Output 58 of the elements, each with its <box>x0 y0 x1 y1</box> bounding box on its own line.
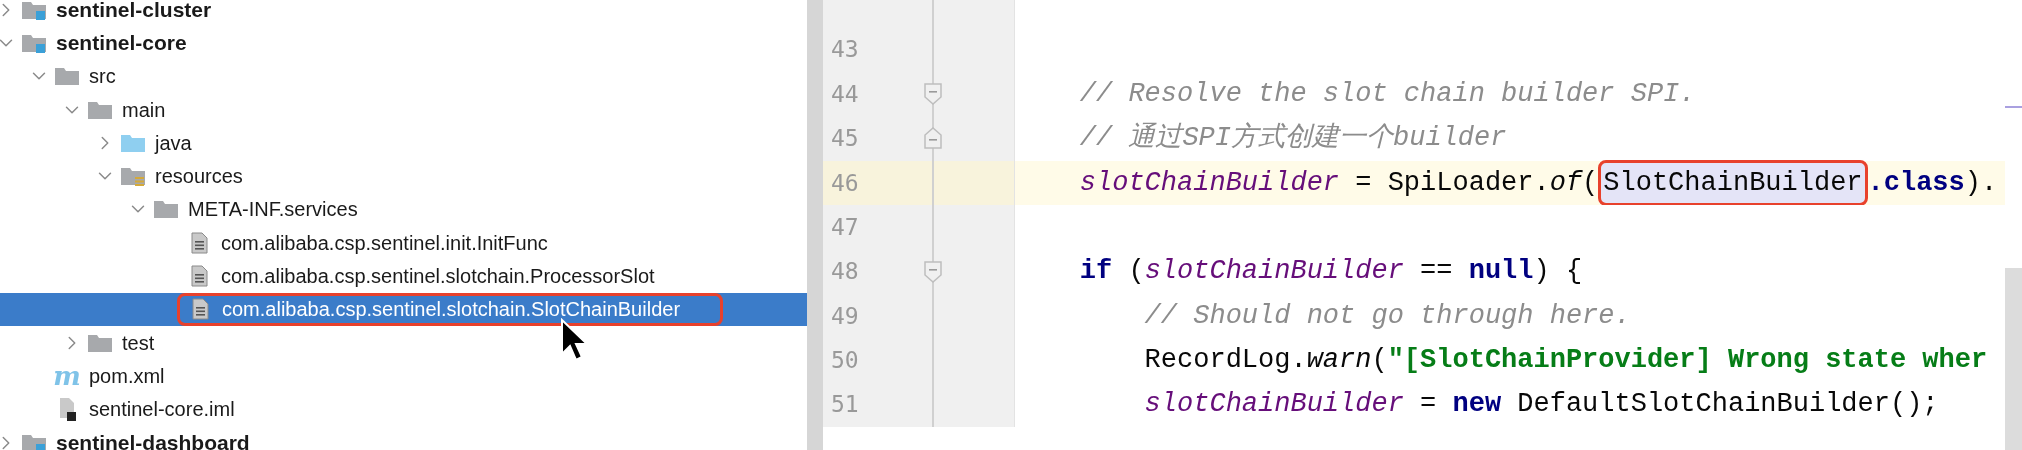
line-number: 51 <box>830 390 860 420</box>
folder-icon <box>153 198 179 221</box>
text-file-icon <box>189 230 209 255</box>
tree-item[interactable]: sentinel-dashboard <box>0 425 807 450</box>
line-number: 47 <box>830 212 860 242</box>
tree-item-label: sentinel-core.iml <box>89 397 235 423</box>
tree-item[interactable]: src <box>0 59 807 93</box>
line-number: 44 <box>830 79 860 109</box>
tree-item-label: META-INF.services <box>188 197 358 223</box>
line-number: 48 <box>830 257 860 287</box>
text-file-icon <box>190 297 210 322</box>
tree-item-label: com.alibaba.csp.sentinel.init.InitFunc <box>221 230 548 256</box>
line-number: 50 <box>830 346 860 376</box>
code-line: RecordLog.warn("[SlotChainProvider] Wrong state wher <box>1143 344 1988 378</box>
tree-item[interactable]: sentinel-cluster <box>0 0 807 27</box>
code-line: if (slotChainBuilder == null) { <box>1078 255 1583 289</box>
tree-item[interactable]: m pom.xml <box>0 359 807 393</box>
tree-item-label: com.alibaba.csp.sentinel.slotchain.ProcessorSlot <box>221 264 655 289</box>
line-number: 45 <box>830 124 860 154</box>
text-file-icon <box>189 264 209 288</box>
error-stripe-mark <box>2005 106 2022 108</box>
tree-item-label: sentinel-dashboard <box>56 429 250 450</box>
code-line: // Resolve the slot chain builder SPI. <box>1078 77 1696 111</box>
tree-item[interactable]: com.alibaba.csp.sentinel.slotchain.SlotChainBuilder <box>0 292 807 326</box>
tree-item[interactable]: test <box>0 325 807 360</box>
code-line: slotChainBuilder = new DefaultSlotChainBuilder(); <box>1143 388 1939 422</box>
tree-item[interactable]: com.alibaba.csp.sentinel.init.InitFunc <box>0 226 807 260</box>
line-number: 46 <box>830 168 860 198</box>
tree-item[interactable]: sentinel-core.iml <box>0 392 807 426</box>
tree-item[interactable]: sentinel-core <box>0 26 807 60</box>
scrollbar-thumb[interactable] <box>2005 268 2022 450</box>
tree-item-label: test <box>122 330 155 356</box>
module-folder-icon <box>21 0 47 21</box>
resources-folder-icon <box>120 165 146 188</box>
line-number: 43 <box>830 35 860 65</box>
tree-item-label: sentinel-core <box>56 30 187 57</box>
tree-item[interactable]: resources <box>0 159 807 193</box>
code-line: // Should not go through here. <box>1143 299 1631 333</box>
code-line: // 通过SPI方式创建一个builder <box>1078 121 1507 156</box>
tree-item[interactable]: java <box>0 126 807 160</box>
tree-item-label: com.alibaba.csp.sentinel.slotchain.SlotChainBuilder <box>222 297 681 323</box>
tree-item[interactable]: com.alibaba.csp.sentinel.slotchain.ProcessorSlot <box>0 259 807 293</box>
tree-item-label: java <box>155 130 192 156</box>
folder-icon <box>54 65 80 88</box>
maven-icon: m <box>53 362 81 389</box>
tree-item[interactable]: main <box>0 92 807 127</box>
tree-item-label: main <box>122 97 166 123</box>
fold-marker-icon[interactable] <box>923 259 943 284</box>
tree-item-label: sentinel-cluster <box>56 0 212 23</box>
tree-item-label: resources <box>155 164 243 190</box>
tree-item[interactable]: META-INF.services <box>0 192 807 227</box>
annotation-outline: SlotChainBuilder <box>1598 159 1868 206</box>
tree-item-label: src <box>89 64 116 90</box>
code-line: slotChainBuilder = SpiLoader.of( SlotChainBuilder .class). <box>1015 159 1998 206</box>
tree-item-label: pom.xml <box>89 363 165 389</box>
fold-marker-icon[interactable] <box>923 126 943 151</box>
line-number: 49 <box>830 301 860 331</box>
fold-marker-icon[interactable] <box>923 81 943 106</box>
